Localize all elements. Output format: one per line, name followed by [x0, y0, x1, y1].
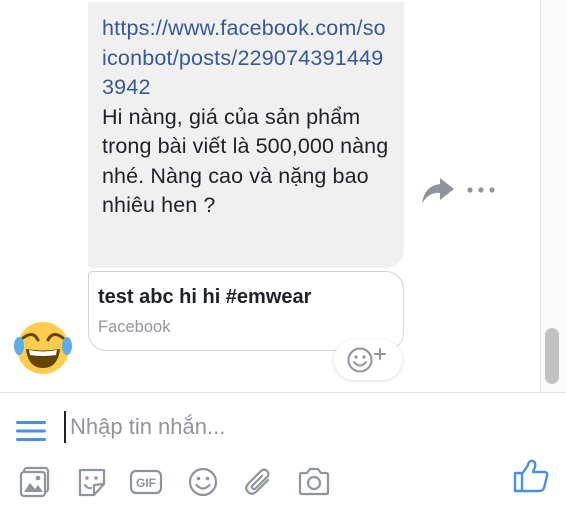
image-icon[interactable]	[18, 465, 52, 499]
thumbs-up-icon[interactable]	[512, 457, 550, 495]
message-list: https://www.facebook.com/soiconbot/posts…	[0, 0, 566, 392]
message-link[interactable]: https://www.facebook.com/soiconbot/posts…	[102, 14, 390, 103]
composer: GIF	[0, 392, 566, 514]
link-preview-card[interactable]: test abc hi hi #emwear Facebook	[88, 271, 404, 351]
camera-icon[interactable]	[297, 465, 331, 499]
svg-text:GIF: GIF	[136, 476, 156, 490]
link-preview-title: test abc hi hi #emwear	[98, 286, 312, 308]
message-text: Hi nàng, giá của sản phẩm trong bài viết…	[102, 104, 389, 218]
scrollbar-thumb[interactable]	[545, 328, 559, 384]
message-input[interactable]	[64, 411, 534, 443]
add-reaction-button[interactable]	[334, 340, 402, 380]
emoji-plus-icon	[347, 347, 386, 373]
message-bubble: https://www.facebook.com/soiconbot/posts…	[88, 2, 404, 268]
emoji-icon[interactable]	[186, 465, 220, 499]
avatar	[14, 322, 72, 374]
link-preview-source: Facebook	[98, 318, 171, 336]
gif-icon[interactable]: GIF	[129, 465, 163, 499]
attachment-icon[interactable]	[242, 465, 276, 499]
sticker-icon[interactable]	[75, 465, 109, 499]
more-icon[interactable]	[466, 184, 496, 196]
share-icon[interactable]	[420, 172, 456, 208]
menu-icon[interactable]	[16, 420, 46, 442]
